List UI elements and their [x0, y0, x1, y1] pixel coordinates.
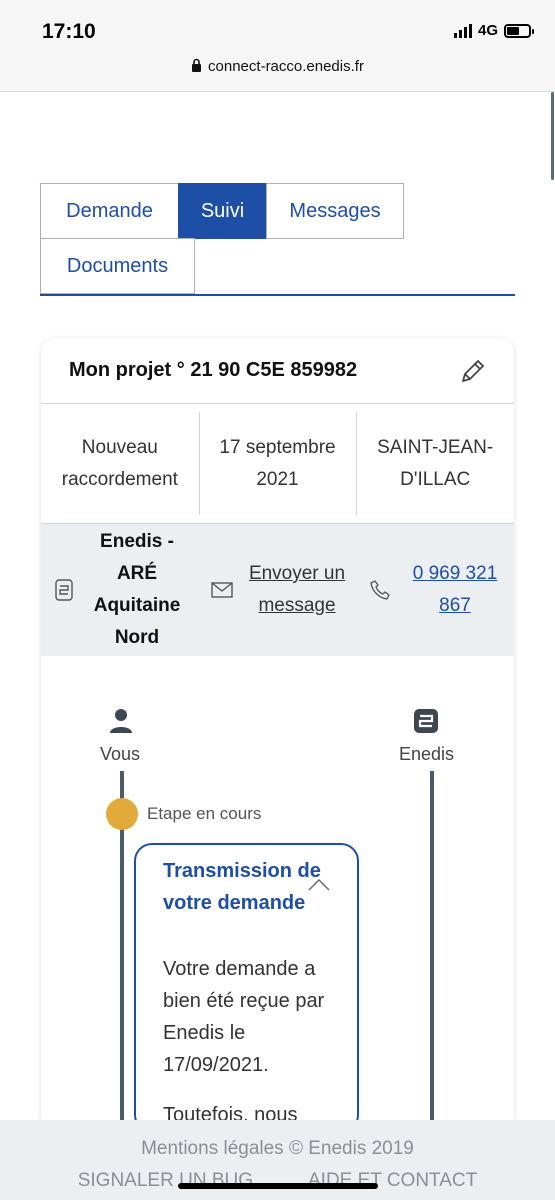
project-date: 17 septembre 2021 — [198, 404, 357, 523]
legal-link[interactable]: Mentions légales © Enedis 2019 — [0, 1138, 555, 1160]
pencil-icon[interactable] — [458, 356, 488, 386]
project-city: SAINT-JEAN-D'ILLAC — [356, 404, 514, 523]
step-status-dot — [106, 798, 138, 830]
contact-entity: Enedis - ARÉ Aquitaine Nord — [55, 526, 193, 654]
scrollbar[interactable] — [551, 92, 554, 180]
project-tabs: Demande Suivi Messages Documents — [40, 183, 515, 294]
address-bar[interactable]: connect-racco.enedis.fr — [0, 58, 555, 75]
project-info: Nouveau raccordement 17 septembre 2021 S… — [41, 404, 514, 524]
phone-link[interactable]: 0 969 321 867 — [399, 558, 511, 622]
tab-documents[interactable]: Documents — [40, 238, 195, 294]
step-status-label: Etape en cours — [147, 804, 262, 823]
step-card[interactable]: Transmission de votre demande Votre dema… — [134, 843, 359, 1128]
project-header: Mon projet ° 21 90 C5E 859982 — [41, 338, 514, 404]
timeline-line-enedis — [430, 771, 434, 1128]
battery-level — [507, 26, 519, 35]
timeline-label-enedis: Enedis — [399, 744, 455, 764]
tab-messages[interactable]: Messages — [266, 183, 404, 239]
contact-message[interactable]: Envoyer un message — [211, 558, 353, 622]
contact-panel: Enedis - ARÉ Aquitaine Nord Envoyer un m… — [41, 524, 514, 656]
browser-chrome: 17:10 4G connect-racco.enedis.fr — [0, 0, 555, 92]
timeline-label-you: Vous — [100, 744, 141, 764]
signal-icon — [453, 23, 472, 38]
status-time: 17:10 — [42, 20, 96, 43]
tab-demande[interactable]: Demande — [40, 183, 179, 239]
chevron-up-icon[interactable] — [308, 879, 330, 891]
url-text: connect-racco.enedis.fr — [208, 58, 364, 75]
enedis-logo-icon — [414, 709, 438, 733]
tab-suivi[interactable]: Suivi — [178, 183, 267, 239]
contact-phone[interactable]: 0 969 321 867 — [369, 558, 511, 622]
network-type: 4G — [477, 22, 498, 39]
home-indicator[interactable] — [178, 1183, 378, 1189]
user-icon — [110, 709, 132, 733]
project-type: Nouveau raccordement — [61, 436, 178, 490]
enedis-logo-icon — [55, 579, 73, 601]
status-indicators: 4G — [453, 22, 534, 39]
contact-name: Enedis - ARÉ Aquitaine Nord — [93, 531, 181, 648]
project-title: Mon projet ° 21 90 C5E 859982 — [69, 359, 358, 381]
tabs-underline — [40, 294, 515, 296]
phone-icon — [370, 580, 390, 600]
battery-icon — [504, 23, 534, 38]
send-message-link[interactable]: Envoyer un message — [241, 558, 353, 622]
lock-icon — [192, 58, 202, 72]
step-description: Votre demande a bien été reçue par Enedi… — [163, 958, 325, 1076]
project-card: Mon projet ° 21 90 C5E 859982 Nouveau ra… — [41, 338, 514, 1128]
envelope-icon — [211, 582, 233, 598]
